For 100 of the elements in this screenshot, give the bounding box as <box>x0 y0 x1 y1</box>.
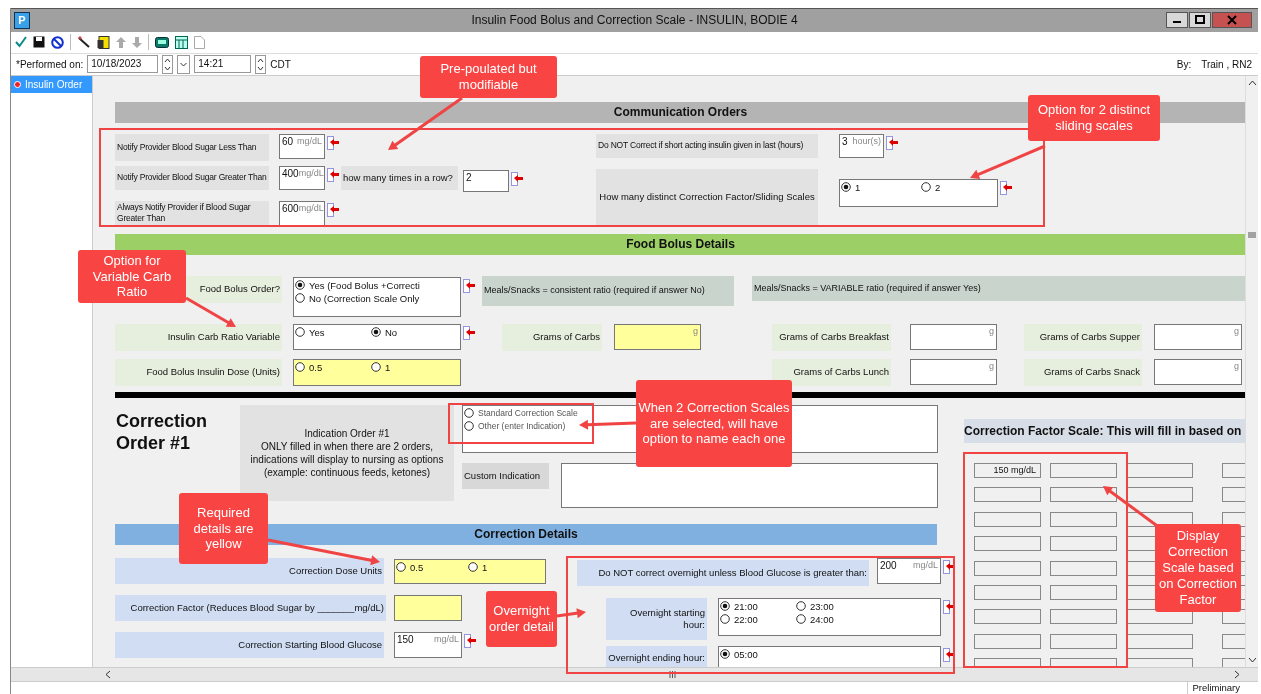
input-field[interactable]: g <box>1154 323 1242 350</box>
flag-arrow-icon[interactable] <box>511 171 524 186</box>
save-icon[interactable] <box>33 36 45 49</box>
annotation-arrow <box>579 419 637 430</box>
radio-button[interactable] <box>796 614 806 625</box>
radio-option[interactable]: 0.5 <box>295 360 323 374</box>
section-header: Correction Factor Scale: This will fill in based on <box>964 418 1245 443</box>
input-field[interactable]: g <box>614 323 701 350</box>
radio-option[interactable]: No <box>371 325 398 339</box>
radio-option[interactable]: 2 <box>921 180 941 194</box>
flag-arrow-icon[interactable] <box>886 135 899 150</box>
scroll-left-icon[interactable] <box>105 670 111 679</box>
radio-button[interactable] <box>371 362 381 373</box>
checkmark-icon[interactable] <box>15 36 27 49</box>
radio-button[interactable] <box>720 614 730 625</box>
radio-button[interactable] <box>295 362 305 373</box>
radio-option[interactable]: 24:00 <box>796 612 834 626</box>
scale-cell <box>1050 462 1117 478</box>
radio-button[interactable] <box>464 421 474 432</box>
scroll-grip-icon[interactable] <box>1248 231 1256 238</box>
annotation-arrow <box>185 296 236 327</box>
field-label: Do NOT correct overnight unless Blood Glucose is greater than: <box>577 559 869 586</box>
field-label: Do NOT Correct if short acting insulin given in last (hours) <box>596 133 818 158</box>
radio-option[interactable]: 1 <box>468 560 488 574</box>
radio-option[interactable]: Yes (Food Bolus +Correcti <box>295 278 420 292</box>
input-field[interactable]: g <box>1154 358 1242 385</box>
field-label: Grams of Carbs Breakfast <box>772 323 891 351</box>
scroll-down-icon[interactable] <box>1247 657 1257 664</box>
scale-cell <box>1050 584 1117 600</box>
scale-cell: 150 mg/dL <box>974 462 1041 478</box>
flag-arrow-icon[interactable] <box>463 278 476 293</box>
radio-button[interactable] <box>796 601 806 612</box>
input-field[interactable]: 3 hour(s) <box>839 133 884 158</box>
input-field[interactable]: g <box>910 358 997 385</box>
radio-option[interactable]: 23:00 <box>796 599 834 613</box>
radio-button[interactable] <box>295 327 305 338</box>
field-label: Correction Factor (Reduces Blood Sugar by _______mg/dL) <box>115 594 386 621</box>
radio-button[interactable] <box>371 327 381 338</box>
input-field[interactable]: 600mg/dL <box>279 200 325 226</box>
radio-option[interactable]: 1 <box>841 180 861 194</box>
radio-button[interactable] <box>841 182 851 193</box>
scale-cell <box>1050 487 1117 503</box>
radio-button[interactable] <box>464 408 474 419</box>
date-field[interactable]: 10/18/2023 <box>87 55 159 74</box>
wand-icon[interactable] <box>77 35 91 49</box>
flag-arrow-icon[interactable] <box>943 559 956 574</box>
spin-buttons-icon[interactable] <box>255 54 267 74</box>
scroll-right-icon[interactable] <box>1234 670 1240 679</box>
cancel-icon[interactable] <box>51 35 64 49</box>
callout-tooltip: Pre-poulated but modifiable <box>420 56 557 98</box>
input-field[interactable]: 200 mg/dL <box>877 557 941 584</box>
radio-button[interactable] <box>396 562 406 573</box>
input-field[interactable] <box>394 594 462 621</box>
annotation-arrow <box>556 608 586 619</box>
field-label: Meals/Snacks = consistent ratio (required if answer No) <box>482 275 734 306</box>
radio-button[interactable] <box>295 293 305 304</box>
radio-option[interactable]: 22:00 <box>720 612 758 626</box>
radio-option[interactable]: Other (enter Indication) <box>464 419 566 433</box>
flag-arrow-icon[interactable] <box>464 633 477 648</box>
radio-option[interactable]: Yes <box>295 325 325 339</box>
input-field[interactable]: 150 mg/dL <box>394 631 462 658</box>
radio-button[interactable] <box>295 280 305 291</box>
radio-button[interactable] <box>720 649 730 660</box>
flag-arrow-icon[interactable] <box>1000 180 1013 195</box>
vertical-scrollbar[interactable] <box>1245 75 1258 668</box>
document-icon[interactable] <box>97 35 110 49</box>
minimize-icon[interactable] <box>1166 12 1188 29</box>
maximize-icon[interactable] <box>1189 12 1211 29</box>
close-icon[interactable] <box>1212 12 1252 29</box>
time-field[interactable]: 14:21 <box>194 55 252 74</box>
timezone-label: CDT <box>270 58 291 70</box>
horizontal-scrollbar[interactable] <box>11 667 1258 681</box>
radio-option[interactable]: 05:00 <box>720 647 758 661</box>
scroll-grip-icon[interactable] <box>669 671 676 678</box>
spin-buttons-icon[interactable] <box>162 54 174 74</box>
flag-arrow-icon[interactable] <box>327 202 340 217</box>
text-area[interactable] <box>561 462 938 508</box>
section-header: Food Bolus Details <box>115 233 1245 255</box>
radio-option[interactable]: Standard Correction Scale <box>464 406 578 420</box>
radio-button[interactable] <box>468 562 478 573</box>
scale-cell <box>1050 609 1117 625</box>
input-field[interactable]: 2 <box>463 169 509 192</box>
input-field[interactable]: 60 mg/dL <box>279 133 325 159</box>
radio-option[interactable]: 21:00 <box>720 599 758 613</box>
flag-arrow-icon[interactable] <box>327 167 340 182</box>
radio-option[interactable]: 0.5 <box>396 560 424 574</box>
flag-arrow-icon[interactable] <box>943 647 956 662</box>
radio-option[interactable]: 1 <box>371 360 391 374</box>
radio-option[interactable]: No (Correction Scale Only <box>295 291 420 305</box>
input-field[interactable]: 400mg/dL <box>279 165 325 190</box>
flag-arrow-icon[interactable] <box>327 135 340 150</box>
flag-arrow-icon[interactable] <box>463 325 476 340</box>
flag-arrow-icon[interactable] <box>943 599 956 614</box>
by-label: By: <box>1176 58 1192 70</box>
input-field[interactable]: g <box>910 323 997 350</box>
scroll-up-icon[interactable] <box>1247 79 1257 86</box>
scale-cell <box>1126 487 1193 503</box>
callout-tooltip: Option for 2 distinct sliding scales <box>1028 95 1160 141</box>
radio-button[interactable] <box>921 182 931 193</box>
radio-button[interactable] <box>720 601 730 612</box>
